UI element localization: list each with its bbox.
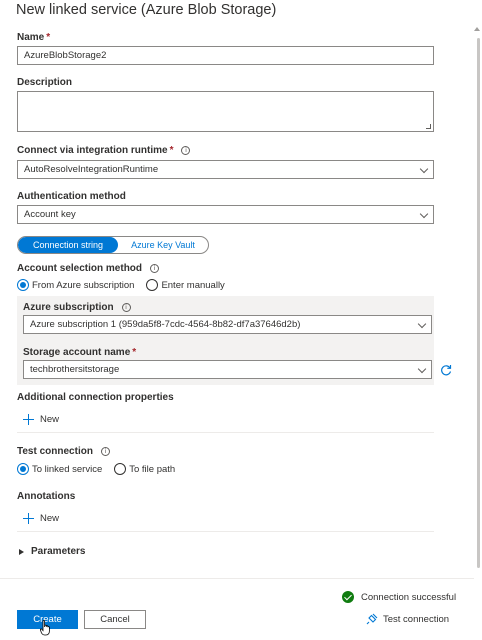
resize-handle-icon[interactable] [426, 124, 431, 129]
account-selection-label-text: Account selection method [17, 263, 143, 274]
radio-to-file-path[interactable]: To file path [114, 463, 175, 475]
plug-icon [366, 613, 378, 625]
auth-method-label: Authentication method [17, 191, 126, 202]
connection-status: Connection successful [342, 591, 456, 603]
required-marker: * [132, 347, 137, 358]
add-connection-property-button[interactable]: New [23, 414, 59, 425]
chevron-down-icon [419, 209, 429, 219]
auth-method-select[interactable]: Account key [17, 205, 434, 224]
account-selection-radios: From Azure subscription Enter manually [17, 279, 237, 291]
storage-account-value: techbrothersitstorage [30, 364, 120, 375]
description-label: Description [17, 77, 73, 88]
azure-subscription-select[interactable]: Azure subscription 1 (959da5f8-7cdc-4564… [23, 315, 432, 334]
storage-account-label: Storage account name * [23, 347, 136, 358]
plus-icon [23, 513, 34, 524]
cancel-button[interactable]: Cancel [84, 610, 146, 629]
radio-label: From Azure subscription [32, 279, 135, 291]
panel-title: New linked service (Azure Blob Storage) [16, 2, 277, 18]
integration-runtime-label-text: Connect via integration runtime [17, 145, 168, 156]
divider [17, 432, 434, 433]
connection-type-toggle[interactable]: Connection string Azure Key Vault [17, 236, 209, 254]
required-marker: * [46, 32, 51, 43]
subscription-panel: Azure subscription i Azure subscription 1… [17, 296, 434, 385]
radio-label: Enter manually [161, 279, 225, 291]
test-connection-button[interactable]: Test connection [366, 613, 449, 625]
account-selection-label: Account selection method i [17, 263, 160, 274]
radio-enter-manually[interactable]: Enter manually [146, 279, 225, 291]
connection-status-text: Connection successful [361, 591, 457, 603]
azure-key-vault-option[interactable]: Azure Key Vault [118, 237, 208, 253]
name-label-text: Name [17, 32, 45, 43]
name-input[interactable]: AzureBlobStorage2 [17, 46, 434, 65]
scrollbar[interactable] [474, 0, 482, 575]
required-marker: * [169, 145, 174, 156]
add-label: New [40, 513, 60, 524]
divider [17, 531, 434, 532]
test-connection-label: Test connection i [17, 446, 110, 457]
hand-cursor-icon [40, 620, 50, 636]
add-annotation-button[interactable]: New [23, 513, 59, 524]
test-connection-button-label: Test connection [383, 613, 450, 625]
additional-properties-label: Additional connection properties [17, 392, 174, 403]
integration-runtime-value: AutoResolveIntegrationRuntime [24, 164, 159, 175]
add-label: New [40, 414, 60, 425]
chevron-down-icon [417, 319, 427, 329]
radio-selected-icon[interactable] [17, 463, 29, 475]
info-icon[interactable]: i [121, 303, 131, 312]
info-icon[interactable]: i [150, 264, 160, 273]
radio-label: To linked service [32, 463, 103, 475]
radio-unselected-icon[interactable] [146, 279, 159, 291]
footer-divider [0, 578, 474, 579]
scroll-up-arrow-icon[interactable] [474, 27, 480, 31]
test-connection-label-text: Test connection [17, 446, 93, 457]
chevron-down-icon [419, 164, 429, 174]
radio-label: To file path [129, 463, 176, 475]
radio-to-linked-service[interactable]: To linked service [17, 463, 102, 475]
chevron-down-icon [417, 364, 427, 374]
storage-account-label-text: Storage account name [23, 347, 131, 358]
connection-string-option[interactable]: Connection string [18, 237, 118, 253]
radio-unselected-icon[interactable] [114, 463, 127, 475]
azure-subscription-label: Azure subscription i [23, 302, 131, 313]
integration-runtime-select[interactable]: AutoResolveIntegrationRuntime [17, 160, 434, 179]
integration-runtime-label: Connect via integration runtime * i [17, 145, 191, 156]
info-icon[interactable]: i [181, 146, 191, 155]
refresh-icon[interactable] [440, 364, 452, 376]
radio-selected-icon[interactable] [17, 279, 29, 291]
azure-subscription-label-text: Azure subscription [23, 302, 114, 313]
scrollbar-thumb[interactable] [477, 38, 480, 568]
azure-subscription-value: Azure subscription 1 (959da5f8-7cdc-4564… [30, 319, 301, 330]
annotations-label: Annotations [17, 491, 76, 502]
parameters-expander[interactable]: Parameters [19, 546, 85, 557]
description-textarea[interactable] [17, 91, 434, 132]
success-check-icon [342, 591, 354, 603]
name-label: Name * [17, 32, 50, 43]
storage-account-select[interactable]: techbrothersitstorage [23, 360, 432, 379]
auth-method-value: Account key [24, 209, 76, 220]
chevron-right-icon [19, 548, 24, 555]
parameters-label: Parameters [31, 546, 86, 557]
radio-from-azure-subscription[interactable]: From Azure subscription [17, 279, 134, 291]
info-icon[interactable]: i [100, 447, 110, 456]
test-connection-radios: To linked service To file path [17, 463, 187, 475]
plus-icon [23, 414, 34, 425]
